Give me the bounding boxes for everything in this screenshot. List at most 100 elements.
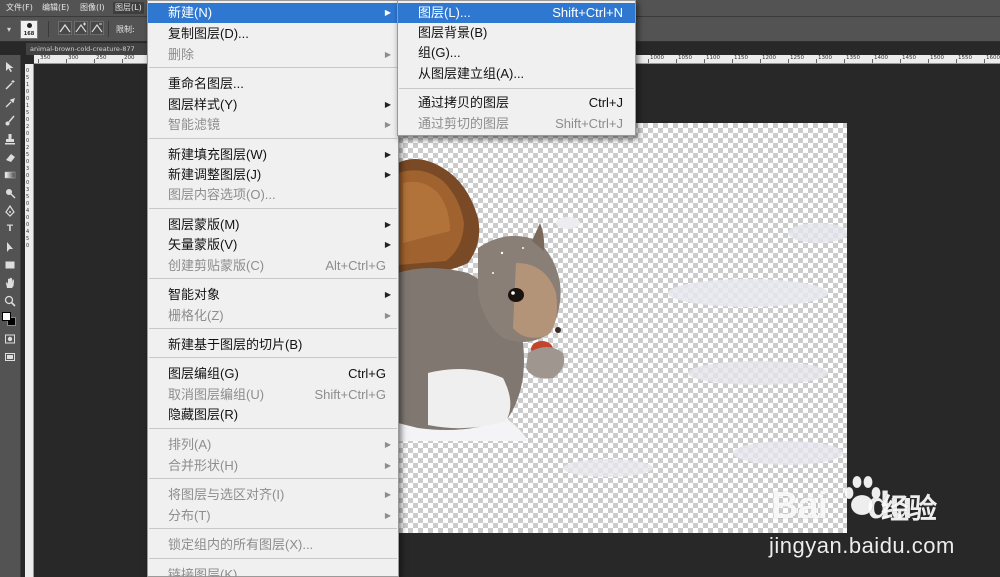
tools-panel: T: [0, 55, 21, 577]
new-submenu-item[interactable]: 组(G)...: [398, 43, 635, 63]
submenu-arrow-icon: ▶: [384, 50, 391, 59]
new-submenu-item[interactable]: 图层背景(B): [398, 23, 635, 43]
layer-menu-item: 创建剪贴蒙版(C) Alt+Ctrl+G: [148, 256, 398, 276]
menu-item-label: 新建调整图层(J): [168, 167, 262, 182]
menu-file[interactable]: 文件(F): [6, 2, 33, 14]
menu-item-label: 删除: [168, 47, 195, 62]
layer-menu-item: 链接图层(K): [148, 565, 398, 577]
menu-item-label: 通过剪切的图层: [418, 116, 510, 131]
eyedropper-icon[interactable]: [3, 97, 17, 110]
submenu-arrow-icon: ▶: [384, 100, 391, 109]
layer-menu-item[interactable]: 图层样式(Y) ▶: [148, 95, 398, 115]
zoom-tool-icon[interactable]: [3, 295, 17, 308]
ruler-tick-label: 2: [26, 145, 30, 151]
menu-separator: [399, 88, 634, 89]
layer-menu-item[interactable]: 新建基于图层的切片(B): [148, 335, 398, 355]
menu-edit[interactable]: 编辑(E): [42, 2, 69, 14]
ruler-tick-label: 0: [26, 180, 30, 186]
menu-item-label: 重命名图层...: [168, 76, 244, 91]
layer-menu-item[interactable]: 新建填充图层(W) ▶: [148, 145, 398, 165]
ruler-tick-label: 0: [26, 89, 30, 95]
menu-separator: [149, 478, 397, 479]
ruler-tick-label: 4: [26, 208, 30, 214]
path-selection-icon[interactable]: [3, 241, 17, 254]
ruler-tick-label: 0: [26, 138, 30, 144]
selection-mode-icon[interactable]: [58, 21, 72, 35]
menu-item-label: 栅格化(Z): [168, 308, 224, 323]
ruler-tick: [984, 59, 985, 63]
menu-separator: [149, 357, 397, 358]
menu-separator: [149, 208, 397, 209]
clone-stamp-icon[interactable]: [3, 133, 17, 146]
menu-item-label: 图层蒙版(M): [168, 217, 240, 232]
quick-mask-icon[interactable]: [3, 333, 17, 346]
layer-menu-item: 图层内容选项(O)...: [148, 185, 398, 205]
new-submenu-item[interactable]: 图层(L)... Shift+Ctrl+N: [398, 3, 635, 23]
ruler-tick-label: 1500: [930, 55, 944, 61]
ruler-tick: [760, 59, 761, 63]
baidu-paw-icon: [844, 475, 881, 516]
menu-separator: [149, 428, 397, 429]
magic-wand-icon[interactable]: [3, 79, 17, 92]
ruler-tick: [704, 59, 705, 63]
menu-layer[interactable]: 图层(L): [113, 2, 144, 14]
layer-menu-item[interactable]: 图层蒙版(M) ▶: [148, 215, 398, 235]
document-tab[interactable]: animal-brown-cold-creature-877: [26, 43, 148, 55]
new-submenu-item[interactable]: 通过拷贝的图层 Ctrl+J: [398, 93, 635, 113]
layer-menu-item[interactable]: 图层编组(G) Ctrl+G: [148, 364, 398, 384]
eraser-icon[interactable]: [3, 151, 17, 164]
ruler-tick: [956, 59, 957, 63]
brush-icon[interactable]: [3, 115, 17, 128]
type-tool-icon[interactable]: T: [3, 223, 17, 236]
layer-menu-item[interactable]: 重命名图层...: [148, 74, 398, 94]
ruler-tick-label: 1600: [986, 55, 1000, 61]
menu-separator: [149, 328, 397, 329]
divider: [48, 21, 49, 37]
rectangle-tool-icon[interactable]: [3, 259, 17, 272]
add-mode-icon[interactable]: [74, 21, 88, 35]
ruler-tick-label: 1400: [874, 55, 888, 61]
dodge-icon[interactable]: [3, 187, 17, 200]
layer-menu-item[interactable]: 矢量蒙版(V) ▶: [148, 235, 398, 255]
ruler-tick: [928, 59, 929, 63]
menu-item-shortcut: Ctrl+G: [348, 366, 386, 381]
menu-item-shortcut: Ctrl+J: [588, 95, 623, 110]
ruler-tick-label: 1: [26, 82, 30, 88]
ruler-tick-label: 5: [26, 75, 30, 81]
menu-item-label: 取消图层编组(U): [168, 387, 265, 402]
submenu-arrow-icon: ▶: [384, 440, 391, 449]
layer-menu-item: 将图层与选区对齐(I) ▶: [148, 485, 398, 505]
move-tool-icon[interactable]: [3, 61, 17, 74]
submenu-arrow-icon: ▶: [384, 240, 391, 249]
submenu-arrow-icon: ▶: [384, 311, 391, 320]
layer-menu-item[interactable]: 智能对象 ▶: [148, 285, 398, 305]
layer-menu-item[interactable]: 隐藏图层(R): [148, 405, 398, 425]
ruler-tick: [732, 59, 733, 63]
menu-item-label: 从图层建立组(A)...: [418, 66, 525, 81]
menu-item-label: 创建剪贴蒙版(C): [168, 258, 265, 273]
ruler-tick: [844, 59, 845, 63]
layer-menu-item[interactable]: 新建调整图层(J) ▶: [148, 165, 398, 185]
menu-item-label: 合并形状(H): [168, 458, 239, 473]
menu-item-label: 通过拷贝的图层: [418, 95, 510, 110]
submenu-arrow-icon: ▶: [384, 150, 391, 159]
layer-menu-item[interactable]: 复制图层(D)...: [148, 24, 398, 44]
subtract-mode-icon[interactable]: [90, 21, 104, 35]
menu-image[interactable]: 图像(I): [80, 2, 105, 14]
ruler-tick: [648, 59, 649, 63]
foreground-color-swatch[interactable]: [2, 312, 11, 321]
submenu-arrow-icon: ▶: [384, 8, 391, 17]
submenu-arrow-icon: ▶: [384, 461, 391, 470]
document-title: animal-brown-cold-creature-877: [30, 45, 135, 53]
ruler-tick: [872, 59, 873, 63]
brush-preset-picker[interactable]: 168: [20, 20, 38, 39]
layer-menu-item[interactable]: 新建(N) ▶: [148, 3, 398, 23]
pen-icon[interactable]: [3, 205, 17, 218]
tool-preset-icon[interactable]: ▾: [2, 23, 16, 36]
hand-tool-icon[interactable]: [3, 277, 17, 290]
gradient-icon[interactable]: [3, 169, 17, 182]
screen-mode-icon[interactable]: [3, 351, 17, 364]
new-submenu-item[interactable]: 从图层建立组(A)...: [398, 64, 635, 84]
menu-item-label: 图层样式(Y): [168, 97, 238, 112]
layer-menu-item: 排列(A) ▶: [148, 435, 398, 455]
